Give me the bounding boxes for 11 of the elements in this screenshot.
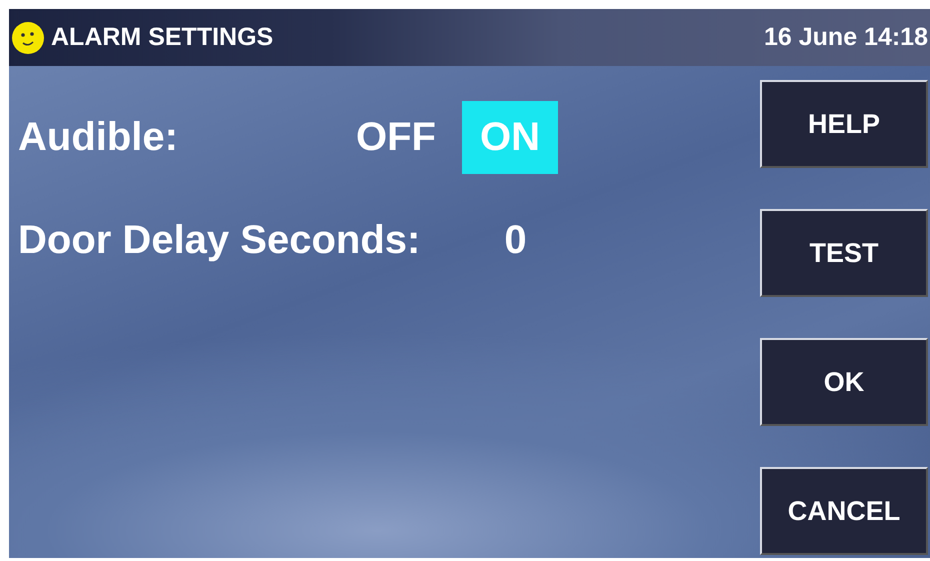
action-button[interactable]: CANCEL bbox=[760, 467, 928, 555]
setting-label: Audible: bbox=[18, 115, 179, 160]
date-time: 16 June 14:18 bbox=[764, 23, 928, 52]
setting-value[interactable]: 0 bbox=[504, 218, 527, 263]
action-button[interactable]: OK bbox=[760, 338, 928, 426]
smiley-icon bbox=[11, 20, 45, 54]
toggle-option[interactable]: OFF bbox=[338, 101, 454, 174]
screen-title: ALARM SETTINGS bbox=[51, 23, 274, 52]
setting-label: Door Delay Seconds: bbox=[18, 218, 420, 263]
action-button[interactable]: HELP bbox=[760, 80, 928, 168]
action-button[interactable]: TEST bbox=[760, 209, 928, 297]
